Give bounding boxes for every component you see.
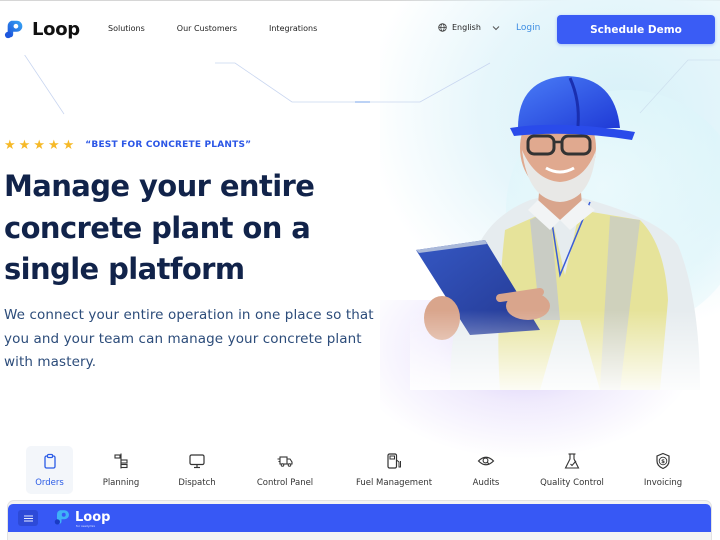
star-icon: ★ [33, 137, 45, 152]
fuel-pump-icon [387, 453, 401, 469]
star-icon: ★ [4, 137, 16, 152]
tab-label: Quality Control [540, 478, 604, 488]
tab-quality-control[interactable]: Quality Control [532, 446, 612, 494]
brand-logo[interactable]: Loop [4, 18, 80, 40]
chevron-down-icon [492, 25, 500, 30]
tab-dispatch[interactable]: Dispatch [170, 446, 224, 494]
clipboard-icon [43, 453, 56, 469]
app-preview: Loop for readymix [8, 501, 711, 540]
tab-label: Control Panel [256, 478, 314, 488]
headline-line: Manage your entire [4, 169, 315, 203]
subtext-line: with mastery. [4, 354, 97, 370]
loop-logo-icon [54, 510, 69, 525]
preview-logo: Loop for readymix [54, 508, 111, 528]
eye-search-icon [477, 456, 495, 466]
headline-line: single platform [4, 252, 245, 286]
tab-audits[interactable]: Audits [464, 446, 508, 494]
rating-row: ★ ★ ★ ★ ★ “BEST FOR CONCRETE PLANTS” [4, 138, 251, 151]
nav-our-customers[interactable]: Our Customers [177, 24, 237, 33]
hamburger-menu-button[interactable] [18, 510, 38, 526]
hero-subtext: We connect your entire operation in one … [4, 304, 404, 375]
subtext-line: We connect your entire operation in one … [4, 307, 374, 323]
tab-fuel-management[interactable]: Fuel Management [348, 446, 440, 494]
subtext-line: you and your team can manage your concre… [4, 330, 362, 347]
tab-orders[interactable]: Orders [26, 446, 73, 494]
main-nav: Solutions Our Customers Integrations [108, 24, 317, 33]
language-label: English [452, 23, 481, 32]
site-header: Loop Solutions Our Customers Integration… [0, 14, 720, 46]
tab-label: Dispatch [178, 478, 216, 488]
preview-brand-name: Loop [75, 509, 111, 525]
star-rating: ★ ★ ★ ★ ★ [4, 138, 74, 151]
login-link[interactable]: Login [516, 23, 540, 33]
shield-dollar-icon: $ [656, 452, 670, 470]
tagline: “BEST FOR CONCRETE PLANTS” [85, 139, 252, 150]
planning-icon [114, 453, 128, 469]
language-selector[interactable]: English [438, 23, 500, 32]
schedule-demo-button[interactable]: Schedule Demo [557, 15, 715, 44]
nav-integrations[interactable]: Integrations [269, 24, 317, 33]
tab-planning[interactable]: Planning [94, 446, 148, 494]
hero-worker-image [410, 70, 710, 390]
tab-label: Orders [35, 478, 64, 488]
brand-name: Loop [32, 18, 80, 40]
menu-icon [23, 515, 33, 521]
tab-invoicing[interactable]: $ Invoicing [638, 446, 688, 494]
globe-icon [438, 23, 447, 32]
tab-label: Planning [102, 478, 140, 488]
monitor-icon [189, 454, 205, 469]
star-icon: ★ [62, 137, 75, 152]
hero-headline: Manage your entire concrete plant on a s… [4, 166, 404, 291]
flask-check-icon [564, 453, 580, 469]
star-icon: ★ [18, 137, 31, 152]
tab-label: Fuel Management [355, 478, 433, 488]
app-preview-topbar: Loop for readymix [8, 504, 711, 532]
headline-line: concrete plant on a [4, 210, 311, 245]
star-icon: ★ [47, 137, 60, 152]
truck-icon [277, 456, 293, 467]
tab-label: Invoicing [643, 478, 683, 488]
preview-brand-sub: for readymix [76, 524, 96, 528]
svg-text:$: $ [661, 459, 665, 465]
tab-control-panel[interactable]: Control Panel [250, 446, 320, 494]
loop-logo-icon [4, 20, 23, 39]
nav-solutions[interactable]: Solutions [108, 24, 145, 33]
feature-tabs: Orders Planning Dispatch Control Panel F… [0, 446, 720, 496]
tab-label: Audits [472, 478, 500, 488]
